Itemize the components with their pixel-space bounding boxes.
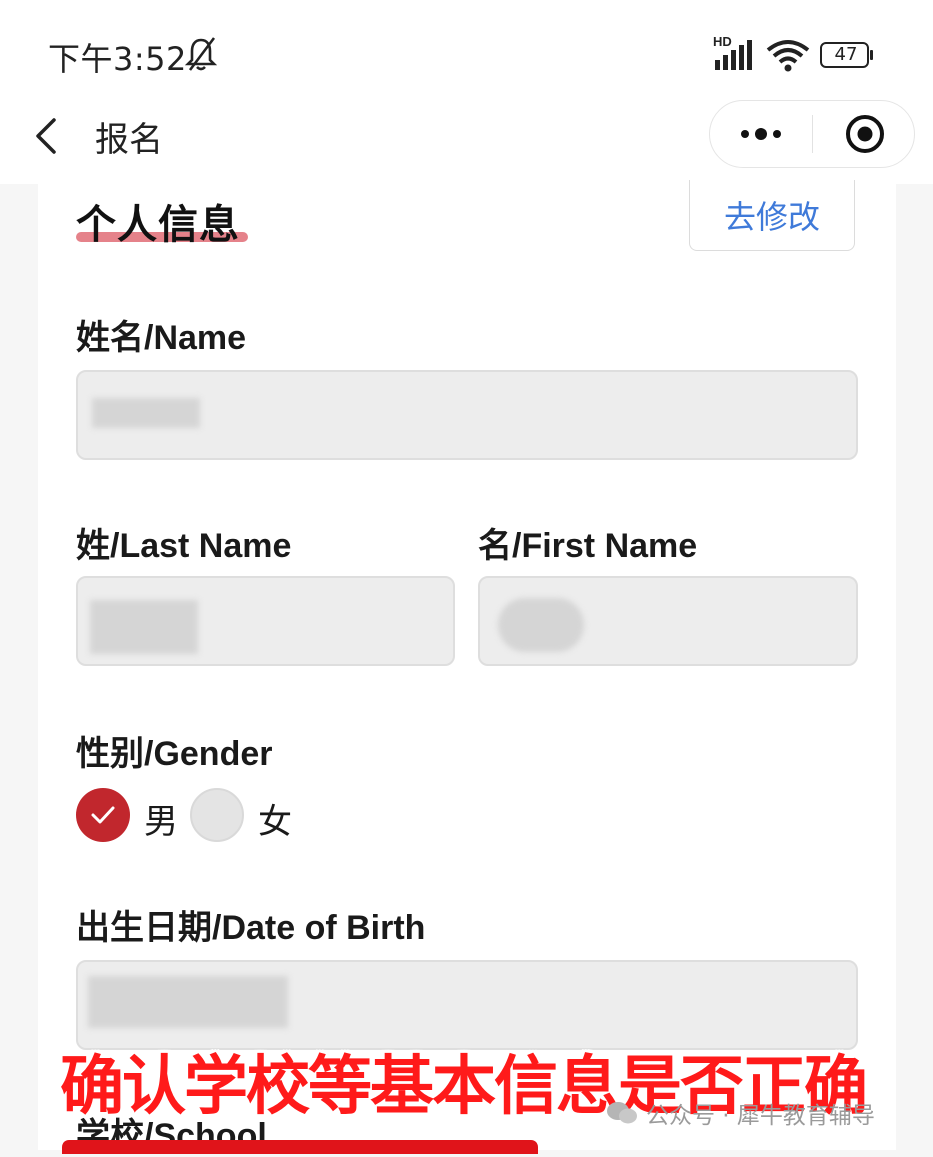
- redacted-value: [90, 600, 198, 654]
- capsule-divider: [812, 115, 813, 153]
- name-label: 姓名/Name: [76, 319, 247, 357]
- gender-radio-male[interactable]: [76, 788, 130, 842]
- gender-label: 性别/Gender: [76, 735, 273, 773]
- mini-program-capsule: [709, 100, 915, 168]
- edit-button[interactable]: 去修改: [689, 180, 855, 251]
- wechat-icon: [607, 1102, 637, 1124]
- watermark-text: 公众号 · 犀牛教育辅导: [646, 1103, 875, 1129]
- check-icon: [91, 806, 115, 824]
- page-title: 报名: [95, 120, 163, 160]
- wifi-icon: [766, 40, 810, 72]
- school-field-highlight: [62, 1140, 538, 1154]
- redacted-value: [92, 398, 200, 428]
- redacted-value: [498, 598, 584, 652]
- battery-level: 47: [834, 44, 858, 65]
- last-name-field[interactable]: [76, 576, 455, 666]
- more-icon[interactable]: [738, 119, 784, 149]
- bell-muted-icon: [184, 37, 218, 71]
- personal-info-card: 个人信息 去修改 姓名/Name 姓/Last Name 名/First Nam…: [38, 180, 896, 1155]
- signal-icon: [715, 40, 752, 70]
- status-time: 下午3:52: [48, 40, 187, 78]
- last-name-label: 姓/Last Name: [76, 527, 292, 565]
- section-title: 个人信息: [76, 202, 240, 248]
- gender-option-female-label: 女: [258, 802, 292, 842]
- status-bar: 下午3:52 HD 47: [0, 0, 933, 100]
- gender-radio-female[interactable]: [190, 788, 244, 842]
- dob-label: 出生日期/Date of Birth: [76, 909, 426, 947]
- close-target-icon[interactable]: [844, 113, 886, 155]
- nav-bar: 报名: [0, 100, 933, 184]
- name-field[interactable]: [76, 370, 858, 460]
- first-name-label: 名/First Name: [478, 527, 698, 565]
- first-name-field[interactable]: [478, 576, 858, 666]
- gender-option-male-label: 男: [144, 802, 178, 842]
- redacted-value: [88, 976, 288, 1028]
- back-icon[interactable]: [30, 116, 64, 156]
